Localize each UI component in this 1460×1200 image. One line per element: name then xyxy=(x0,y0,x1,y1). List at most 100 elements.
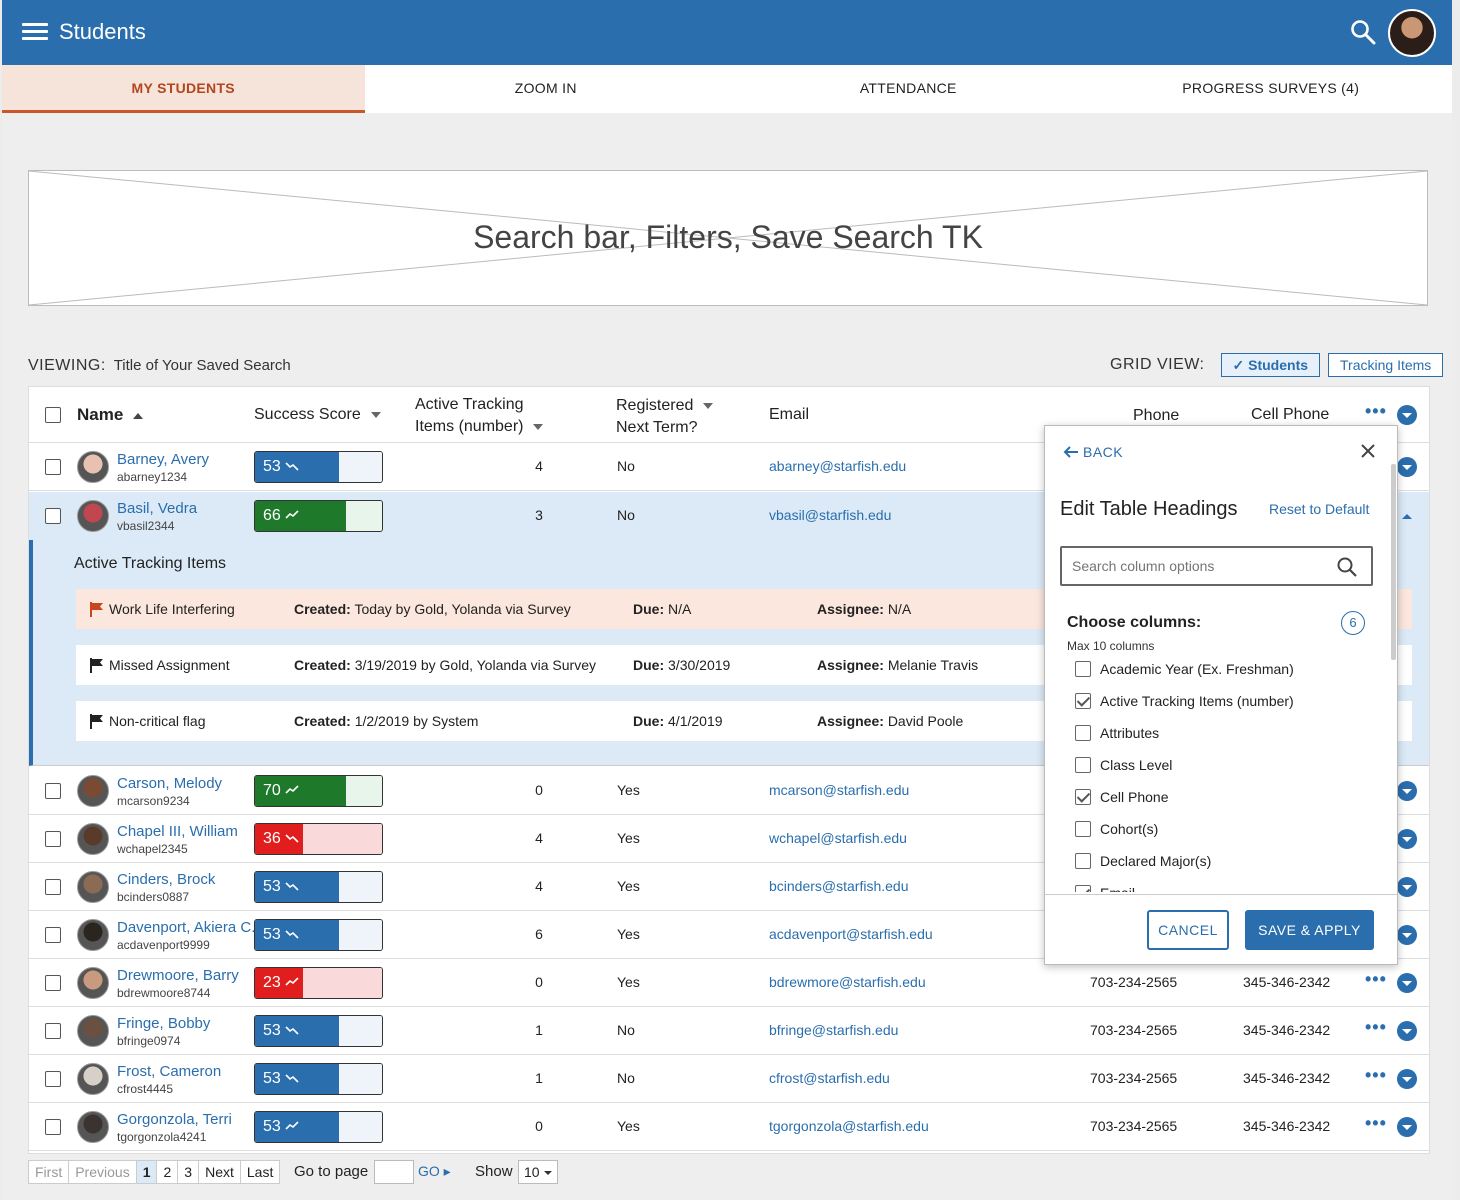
student-name-link[interactable]: Drewmoore, Barry xyxy=(117,967,239,984)
student-name-link[interactable]: Barney, Avery xyxy=(117,451,209,468)
column-option[interactable]: Declared Major(s) xyxy=(1075,852,1375,884)
cancel-button[interactable]: CANCEL xyxy=(1147,910,1229,950)
column-phone[interactable]: Phone xyxy=(1133,407,1179,425)
row-checkbox[interactable] xyxy=(45,508,61,524)
column-option-checkbox[interactable] xyxy=(1075,789,1091,805)
select-all-checkbox[interactable] xyxy=(45,407,61,423)
column-option-checkbox[interactable] xyxy=(1075,885,1091,892)
page-last[interactable]: Last xyxy=(239,1160,281,1184)
page-size-select[interactable]: 10 xyxy=(518,1160,558,1184)
expand-row-icon[interactable] xyxy=(1397,1021,1417,1041)
table-row[interactable]: Fringe, Bobby bfringe0974 53 1 No bfringe@st… xyxy=(29,1007,1429,1055)
column-option-checkbox[interactable] xyxy=(1075,693,1091,709)
column-search-input[interactable] xyxy=(1062,548,1322,584)
table-row[interactable]: Gorgonzola, Terri tgorgonzola4241 53 0 Yes t… xyxy=(29,1103,1429,1151)
table-row[interactable]: Drewmoore, Barry bdrewmoore8744 23 0 Yes bdr… xyxy=(29,959,1429,1007)
collapse-row-icon[interactable] xyxy=(1397,506,1417,526)
options-scrollbar[interactable] xyxy=(1391,464,1396,660)
table-row[interactable]: Frost, Cameron cfrost4445 53 1 No cfrost@sta… xyxy=(29,1055,1429,1103)
search-icon[interactable] xyxy=(1336,556,1358,578)
tab-progress-surveys[interactable]: PROGRESS SURVEYS (4) xyxy=(1090,65,1453,113)
email-link[interactable]: cfrost@starfish.edu xyxy=(769,1070,890,1086)
expand-row-icon[interactable] xyxy=(1397,829,1417,849)
column-active-tracking[interactable]: Active Tracking Items (number) xyxy=(415,394,544,438)
student-name-link[interactable]: Cinders, Brock xyxy=(117,871,215,888)
student-name-link[interactable]: Chapel III, William xyxy=(117,823,238,840)
go-button[interactable]: GO ▸ xyxy=(418,1163,451,1180)
row-more-icon[interactable]: ••• xyxy=(1365,1065,1387,1086)
column-option[interactable]: Class Level xyxy=(1075,756,1375,788)
column-option-checkbox[interactable] xyxy=(1075,757,1091,773)
expand-row-icon[interactable] xyxy=(1397,1117,1417,1137)
grid-view-students-button[interactable]: ✓ Students xyxy=(1220,353,1321,377)
goto-page-input[interactable] xyxy=(374,1160,414,1184)
tab-zoom-in[interactable]: ZOOM IN xyxy=(365,65,728,113)
row-checkbox[interactable] xyxy=(45,1071,61,1087)
user-avatar[interactable] xyxy=(1388,9,1436,57)
email-link[interactable]: wchapel@starfish.edu xyxy=(769,830,907,846)
student-name-link[interactable]: Davenport, Akiera C. xyxy=(117,919,255,936)
page-next[interactable]: Next xyxy=(198,1160,241,1184)
student-name-link[interactable]: Carson, Melody xyxy=(117,775,222,792)
email-link[interactable]: abarney@starfish.edu xyxy=(769,458,906,474)
grid-view-tracking-button[interactable]: Tracking Items xyxy=(1328,353,1444,377)
email-link[interactable]: mcarson@starfish.edu xyxy=(769,782,909,798)
column-name[interactable]: Name xyxy=(77,405,144,425)
email-link[interactable]: bdrewmore@starfish.edu xyxy=(769,974,926,990)
email-link[interactable]: acdavenport@starfish.edu xyxy=(769,926,933,942)
expand-row-icon[interactable] xyxy=(1397,457,1417,477)
column-option-checkbox[interactable] xyxy=(1075,661,1091,677)
column-option[interactable]: Cohort(s) xyxy=(1075,820,1375,852)
column-cell-phone[interactable]: Cell Phone xyxy=(1251,406,1329,424)
row-more-icon[interactable]: ••• xyxy=(1365,1113,1387,1134)
save-apply-button[interactable]: SAVE & APPLY xyxy=(1245,910,1374,950)
column-option[interactable]: Academic Year (Ex. Freshman) xyxy=(1075,660,1375,692)
row-more-icon[interactable]: ••• xyxy=(1365,969,1387,990)
tab-attendance[interactable]: ATTENDANCE xyxy=(727,65,1090,113)
student-name-link[interactable]: Gorgonzola, Terri xyxy=(117,1111,232,1128)
row-checkbox[interactable] xyxy=(45,1119,61,1135)
email-link[interactable]: bcinders@starfish.edu xyxy=(769,878,909,894)
column-option-checkbox[interactable] xyxy=(1075,821,1091,837)
student-name-link[interactable]: Basil, Vedra xyxy=(117,500,197,517)
row-checkbox[interactable] xyxy=(45,879,61,895)
row-checkbox[interactable] xyxy=(45,831,61,847)
row-checkbox[interactable] xyxy=(45,783,61,799)
row-checkbox[interactable] xyxy=(45,1023,61,1039)
row-more-icon[interactable]: ••• xyxy=(1365,1017,1387,1038)
row-checkbox[interactable] xyxy=(45,459,61,475)
expand-row-icon[interactable] xyxy=(1397,925,1417,945)
page-number[interactable]: 1 xyxy=(135,1160,158,1184)
column-option[interactable]: Attributes xyxy=(1075,724,1375,756)
page-number[interactable]: 3 xyxy=(177,1160,200,1184)
row-checkbox[interactable] xyxy=(45,927,61,943)
page-number[interactable]: 2 xyxy=(156,1160,179,1184)
expand-all-icon[interactable] xyxy=(1397,405,1417,425)
column-option[interactable]: Cell Phone xyxy=(1075,788,1375,820)
column-success-score[interactable]: Success Score xyxy=(254,406,381,424)
close-icon[interactable] xyxy=(1359,442,1377,460)
menu-icon[interactable] xyxy=(22,23,48,41)
page-previous[interactable]: Previous xyxy=(68,1160,137,1184)
search-icon[interactable] xyxy=(1350,19,1376,45)
email-link[interactable]: tgorgonzola@starfish.edu xyxy=(769,1118,929,1134)
column-registered[interactable]: Registered Next Term? xyxy=(616,395,714,439)
column-option[interactable]: Email xyxy=(1075,884,1375,892)
tab-my-students[interactable]: MY STUDENTS xyxy=(2,65,365,113)
expand-row-icon[interactable] xyxy=(1397,1069,1417,1089)
email-link[interactable]: bfringe@starfish.edu xyxy=(769,1022,898,1038)
column-option-checkbox[interactable] xyxy=(1075,853,1091,869)
expand-row-icon[interactable] xyxy=(1397,877,1417,897)
email-link[interactable]: vbasil@starfish.edu xyxy=(769,507,891,523)
column-option[interactable]: Active Tracking Items (number) xyxy=(1075,692,1375,724)
reset-to-default-link[interactable]: Reset to Default xyxy=(1269,501,1369,517)
student-name-link[interactable]: Frost, Cameron xyxy=(117,1063,221,1080)
student-name-link[interactable]: Fringe, Bobby xyxy=(117,1015,210,1032)
expand-row-icon[interactable] xyxy=(1397,781,1417,801)
column-email[interactable]: Email xyxy=(769,406,809,424)
back-button[interactable]: BACK xyxy=(1063,444,1123,460)
row-checkbox[interactable] xyxy=(45,975,61,991)
expand-row-icon[interactable] xyxy=(1397,973,1417,993)
more-options-icon[interactable]: ••• xyxy=(1365,401,1387,422)
column-option-checkbox[interactable] xyxy=(1075,725,1091,741)
